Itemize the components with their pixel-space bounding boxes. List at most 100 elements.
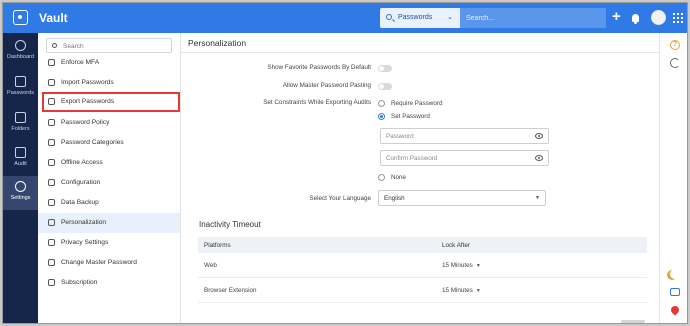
lock-icon: [48, 98, 55, 105]
password-input[interactable]: [386, 132, 526, 141]
sidebar-item-personalization[interactable]: Personalization: [38, 213, 180, 233]
show-favorites-label: Show Favorite Passwords By Default: [267, 64, 371, 71]
platform-cell: Web: [204, 262, 217, 269]
rail-item-audit[interactable]: Audit: [3, 142, 38, 176]
privacy-icon: [48, 239, 55, 246]
settings-search: [46, 38, 172, 53]
none-label: None: [391, 174, 407, 181]
sidebar-item-subscription[interactable]: Subscription: [38, 273, 180, 293]
help-icon[interactable]: ?: [670, 40, 680, 50]
lock-after-dropdown[interactable]: 15 Minutes ▼: [442, 262, 481, 269]
primary-nav-rail: Dashboard Passwords Folders Audit Settin…: [3, 33, 38, 323]
refresh-icon[interactable]: [670, 58, 680, 68]
column-header-platforms: Platforms: [204, 242, 231, 249]
sidebar-item-password-categories[interactable]: Password Categories: [38, 133, 180, 153]
global-search: Passwords ⌄: [380, 8, 606, 28]
rail-item-label: Dashboard: [7, 54, 34, 60]
sidebar-item-label: Password Policy: [61, 119, 110, 126]
personalization-panel: Personalization Show Favorite Passwords …: [181, 33, 659, 323]
moon-icon[interactable]: [670, 269, 680, 279]
right-utility-rail: ?: [659, 33, 687, 323]
master-password-icon: [48, 259, 55, 266]
language-label: Select Your Language: [309, 195, 371, 202]
require-password-radio[interactable]: [378, 100, 385, 107]
shield-icon: [48, 59, 55, 66]
search-input[interactable]: [466, 8, 600, 28]
key-icon: [15, 76, 26, 87]
sidebar-item-label: Data Backup: [61, 199, 99, 206]
rail-item-label: Audit: [14, 161, 27, 167]
rail-item-passwords[interactable]: Passwords: [3, 71, 38, 105]
sidebar-item-label: Privacy Settings: [61, 239, 109, 246]
sidebar-item-privacy-settings[interactable]: Privacy Settings: [38, 233, 180, 253]
settings-sidebar: Enforce MFA Import Passwords Export Pass…: [38, 33, 181, 323]
none-radio[interactable]: [378, 174, 385, 181]
eye-icon[interactable]: [535, 133, 543, 139]
bell-icon[interactable]: [632, 14, 639, 24]
lock-after-dropdown[interactable]: 15 Minutes ▼: [442, 287, 481, 294]
audit-icon: [15, 147, 26, 158]
top-bar: Vault Passwords ⌄ +: [3, 3, 687, 33]
show-favorites-toggle[interactable]: [378, 65, 392, 72]
settings-search-input[interactable]: [63, 41, 163, 51]
location-pin-icon[interactable]: [669, 304, 681, 316]
dashboard-icon: [15, 40, 26, 51]
rail-item-settings[interactable]: Settings: [3, 176, 38, 210]
sidebar-item-password-policy[interactable]: Password Policy: [38, 113, 180, 133]
rail-item-folders[interactable]: Folders: [3, 107, 38, 141]
set-password-radio[interactable]: [378, 113, 385, 120]
set-password-label: Set Password: [391, 113, 430, 120]
personalization-icon: [48, 219, 55, 226]
constraints-label: Set Constraints While Exporting Audits: [263, 99, 371, 106]
chat-icon[interactable]: [670, 288, 680, 296]
rail-item-dashboard[interactable]: Dashboard: [3, 35, 38, 69]
page-title: Personalization: [188, 38, 247, 48]
chevron-down-icon: ⌄: [447, 14, 453, 21]
rail-item-label: Passwords: [7, 90, 34, 96]
table-row: Web 15 Minutes ▼: [198, 253, 647, 278]
sidebar-item-label: Password Categories: [61, 139, 124, 146]
require-password-label: Require Password: [391, 100, 443, 107]
search-type-label: Passwords: [398, 14, 433, 21]
language-select[interactable]: English ▼: [378, 190, 546, 206]
sidebar-item-label: Personalization: [61, 219, 107, 226]
avatar[interactable]: [651, 10, 666, 25]
confirm-password-input[interactable]: [386, 154, 526, 163]
plus-icon[interactable]: +: [612, 9, 621, 24]
sidebar-item-label: Change Master Password: [61, 259, 137, 266]
folder-icon: [15, 112, 26, 123]
sidebar-item-label: Subscription: [61, 279, 98, 286]
vault-logo-icon: [13, 10, 28, 25]
sidebar-item-label: Configuration: [61, 179, 101, 186]
backup-icon: [48, 199, 55, 206]
gear-icon: [15, 181, 26, 192]
inactivity-timeout-title: Inactivity Timeout: [199, 220, 261, 229]
horizontal-scrollbar[interactable]: [621, 320, 645, 323]
search-icon: [52, 43, 57, 48]
sidebar-item-enforce-mfa[interactable]: Enforce MFA: [38, 53, 180, 73]
sidebar-item-import-passwords[interactable]: Import Passwords: [38, 73, 180, 93]
app-title: Vault: [39, 11, 68, 25]
sidebar-item-change-master-password[interactable]: Change Master Password: [38, 253, 180, 273]
offline-icon: [48, 159, 55, 166]
sidebar-item-configuration[interactable]: Configuration: [38, 173, 180, 193]
policy-icon: [48, 119, 55, 126]
password-field: [380, 128, 549, 144]
sidebar-item-label: Import Passwords: [61, 79, 114, 86]
rail-item-label: Folders: [11, 126, 30, 132]
sidebar-item-export-passwords[interactable]: Export Passwords: [42, 92, 180, 112]
caret-down-icon: ▼: [475, 263, 481, 269]
sidebar-item-data-backup[interactable]: Data Backup: [38, 193, 180, 213]
allow-master-paste-toggle[interactable]: [378, 83, 392, 90]
grid-icon[interactable]: [673, 13, 683, 23]
search-type-dropdown[interactable]: Passwords ⌄: [380, 8, 460, 28]
caret-down-icon: ▼: [475, 288, 481, 294]
eye-icon[interactable]: [535, 155, 543, 161]
import-icon: [48, 79, 55, 86]
categories-icon: [48, 139, 55, 146]
sidebar-item-offline-access[interactable]: Offline Access: [38, 153, 180, 173]
app-window: Vault Passwords ⌄ + Dashboard Passwords: [2, 2, 688, 324]
table-header: Platforms Lock After: [198, 237, 647, 253]
lock-after-value: 15 Minutes: [442, 287, 473, 294]
confirm-password-field: [380, 150, 549, 166]
